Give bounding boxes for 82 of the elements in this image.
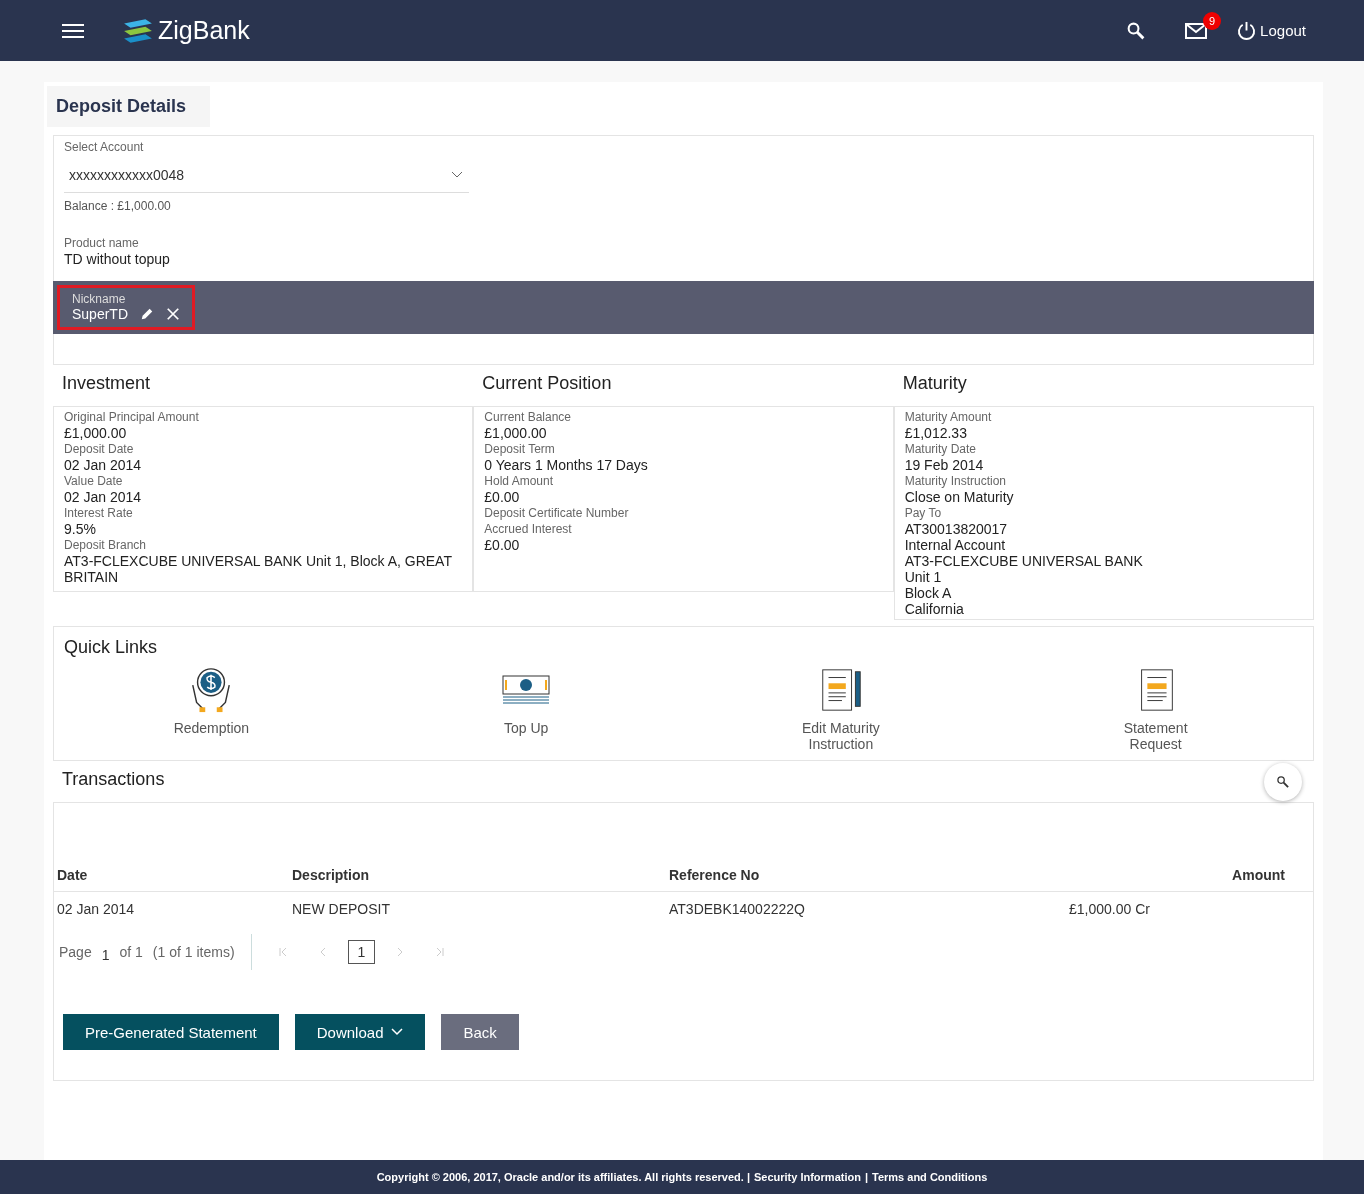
separator-text: | xyxy=(864,1171,868,1183)
back-button[interactable]: Back xyxy=(441,1014,519,1050)
quick-link[interactable]: Edit Maturity Instruction xyxy=(785,666,896,752)
section-heading: Quick Links xyxy=(63,636,159,659)
field-value: AT3-FCLEXCUBE UNIVERSAL BANK Unit 1, Block A, GREAT BRITAIN xyxy=(64,553,453,585)
table-cell-text: £1,000.00 Cr xyxy=(1069,901,1151,917)
field-label: Product name xyxy=(64,235,140,251)
field-value: 9.5% xyxy=(64,521,97,537)
column-header: Description xyxy=(292,867,370,883)
field-label: Nickname xyxy=(72,292,127,306)
field-value: 02 Jan 2014 xyxy=(64,489,143,505)
field-value: Unit 1 xyxy=(904,569,943,585)
table-cell-text: 02 Jan 2014 xyxy=(57,901,136,917)
quick-link[interactable]: Redemption xyxy=(156,666,267,752)
mail-icon[interactable] xyxy=(1185,21,1208,40)
field-value: AT3-FCLEXCUBE UNIVERSAL BANK xyxy=(904,553,1144,569)
table-cell-text: NEW DEPOSIT xyxy=(292,901,391,917)
field-label: Accrued Interest xyxy=(484,521,573,537)
column-header: Date xyxy=(57,867,89,883)
notification-badge: 9 xyxy=(1203,11,1222,30)
brand-name[interactable]: ZigBank xyxy=(158,16,250,45)
nickname-value: SuperTD xyxy=(72,306,129,322)
quick-link[interactable]: Top Up xyxy=(471,666,582,752)
quick-link[interactable]: Statement Request xyxy=(1100,666,1211,752)
pager-label: Page xyxy=(59,944,92,960)
field-label: Interest Rate xyxy=(64,505,134,521)
field-value: £1,012.33 xyxy=(904,425,968,441)
field-value: 02 Jan 2014 xyxy=(64,457,143,473)
close-icon[interactable] xyxy=(166,307,181,321)
field-value: Close on Maturity xyxy=(904,489,1015,505)
field-label: Deposit Certificate Number xyxy=(484,505,630,521)
field-label: Deposit Date xyxy=(64,441,135,457)
field-label: Maturity Amount xyxy=(904,409,993,425)
field-value: £1,000.00 xyxy=(484,425,548,441)
page-number: 1 xyxy=(101,947,110,963)
field-label: Maturity Date xyxy=(904,441,977,457)
chevron-icon xyxy=(451,171,463,179)
field-label: Pay To xyxy=(904,505,943,521)
field-value: AT30013820017 xyxy=(904,521,1009,537)
logout-button[interactable]: Logout xyxy=(1237,21,1306,40)
download-button[interactable]: Download xyxy=(294,1014,426,1050)
field-label: Hold Amount xyxy=(484,473,555,489)
current-page[interactable]: 1 xyxy=(347,940,376,964)
field-label: Select Account xyxy=(64,139,145,155)
logo-icon xyxy=(122,16,154,45)
footer-link[interactable]: Terms and Conditions xyxy=(872,1171,988,1183)
copyright-text: Copyright © 2006, 2017, Oracle and/or its affiliates. All rights reserved. | xyxy=(376,1171,750,1183)
field-label: Current Balance xyxy=(484,409,573,425)
column-header: Reference No xyxy=(669,867,761,883)
power-icon xyxy=(1237,21,1257,40)
section-heading: Transactions xyxy=(61,768,166,791)
section-heading: Current Position xyxy=(481,372,613,395)
field-label: Original Principal Amount xyxy=(64,409,200,425)
field-value: Block A xyxy=(904,585,953,601)
table-cell-text: AT3DEBK14002222Q xyxy=(669,901,806,917)
field-value: 0 Years 1 Months 17 Days xyxy=(484,457,649,473)
account-dropdown[interactable]: xxxxxxxxxxxx0048 xyxy=(64,155,469,193)
statement-button[interactable]: Pre-Generated Statement xyxy=(63,1014,279,1050)
balance-text: Balance : £1,000.00 xyxy=(64,199,172,213)
page-title: Deposit Details xyxy=(47,86,211,127)
field-label: Value Date xyxy=(64,473,124,489)
field-value: £0.00 xyxy=(484,537,521,553)
product-name: TD without topup xyxy=(64,251,171,267)
menu-icon[interactable] xyxy=(62,22,84,39)
footer-link[interactable]: Security Information xyxy=(753,1171,861,1183)
column-header: Amount xyxy=(1231,867,1285,883)
item-count: (1 of 1 items) xyxy=(152,944,235,960)
page-count: of 1 xyxy=(119,944,143,960)
field-value: Internal Account xyxy=(904,537,1007,553)
field-value: £0.00 xyxy=(484,489,521,505)
search-icon xyxy=(1276,774,1290,789)
field-value: California xyxy=(904,601,965,617)
edit-icon[interactable] xyxy=(140,307,155,321)
caret-icon xyxy=(391,1028,404,1036)
section-heading: Maturity xyxy=(901,372,968,395)
field-value: 19 Feb 2014 xyxy=(904,457,985,473)
field-label: Maturity Instruction xyxy=(904,473,1008,489)
search-button[interactable] xyxy=(1264,762,1302,801)
field-label: Deposit Branch xyxy=(64,537,148,553)
field-label: Deposit Term xyxy=(484,441,556,457)
section-heading: Investment xyxy=(61,372,152,395)
field-value: £1,000.00 xyxy=(64,425,128,441)
